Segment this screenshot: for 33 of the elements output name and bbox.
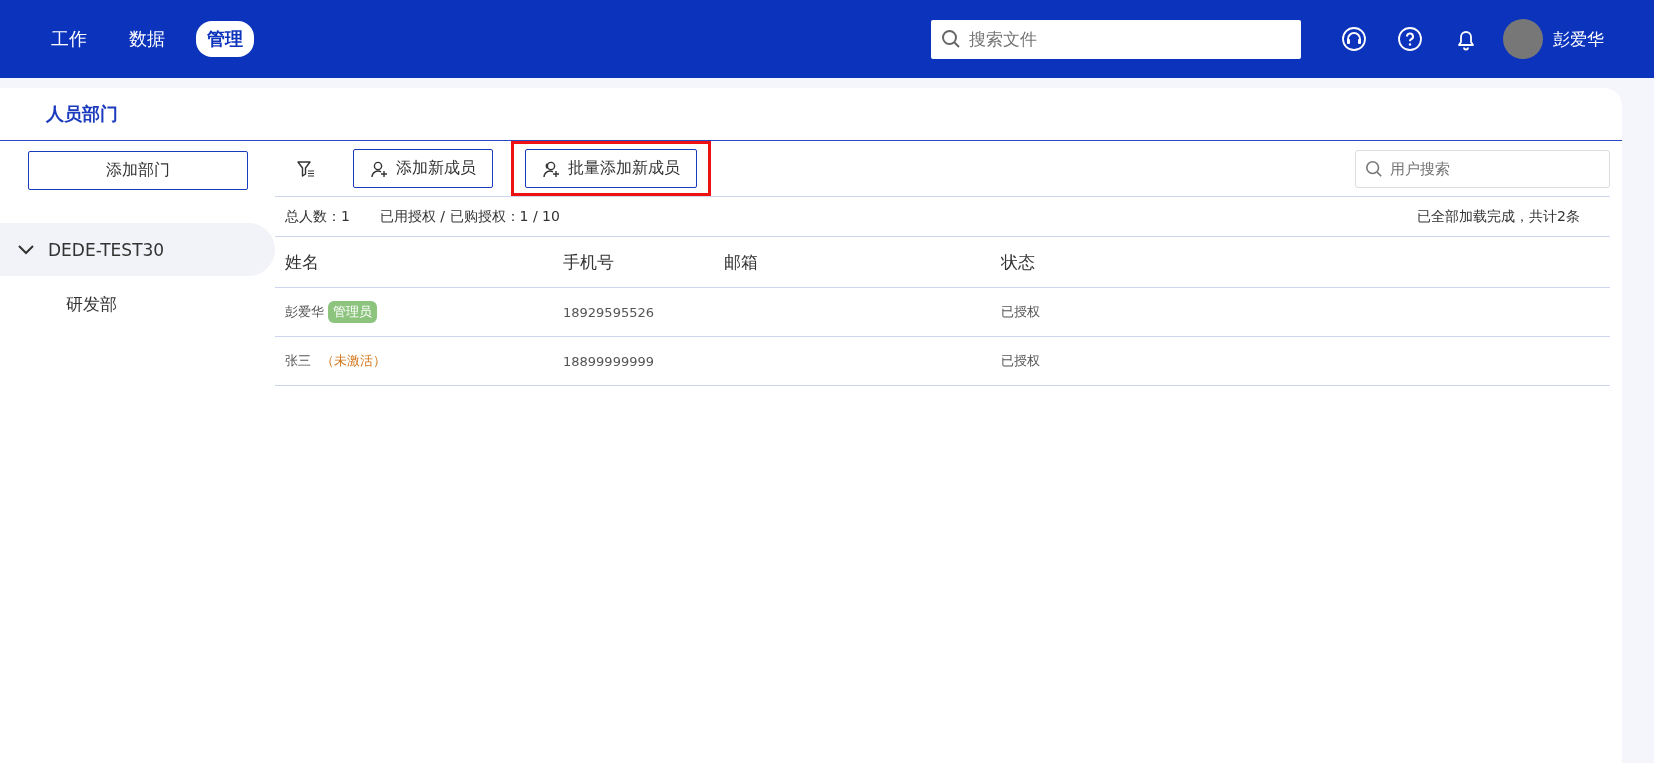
search-field[interactable]: 搜索文件 bbox=[931, 19, 1301, 59]
column-header: 姓名 bbox=[285, 250, 320, 274]
load-status: 已全部加载完成，共计2条 bbox=[1417, 207, 1580, 226]
member-count: 总人数：1 bbox=[285, 207, 350, 226]
phone-cell: 18929595526 bbox=[563, 304, 654, 320]
user-search-field[interactable]: 用户搜索 bbox=[1355, 149, 1610, 188]
status-cell: 已授权 bbox=[1001, 304, 1040, 319]
chevron-icon bbox=[18, 244, 34, 255]
help-icon[interactable] bbox=[1397, 26, 1423, 52]
inactive-label: （未激活） bbox=[321, 352, 386, 370]
tree-item[interactable]: 研发部 bbox=[0, 276, 275, 332]
name-cell: 张三 bbox=[285, 352, 311, 370]
nav-tab[interactable]: 管理 bbox=[196, 21, 254, 57]
add-member-button[interactable]: 批量添加新成员 bbox=[525, 149, 697, 188]
headset-icon[interactable] bbox=[1341, 26, 1367, 52]
license-count: 已用授权 / 已购授权：1 / 10 bbox=[379, 207, 560, 226]
page-title: 人员部门 bbox=[46, 102, 118, 126]
column-header: 手机号 bbox=[563, 250, 615, 274]
add-member-button[interactable]: 添加新成员 bbox=[353, 149, 493, 188]
filter-icon[interactable] bbox=[297, 159, 315, 178]
column-header: 邮箱 bbox=[724, 250, 759, 274]
nav-tab[interactable]: 工作 bbox=[40, 21, 98, 57]
role-badge: 管理员 bbox=[328, 301, 377, 323]
column-header: 状态 bbox=[1001, 250, 1036, 274]
user-plus-icon bbox=[370, 159, 388, 178]
status-cell: 已授权 bbox=[1001, 353, 1040, 368]
add-department-button[interactable]: 添加部门 bbox=[28, 151, 248, 190]
name-cell: 彭爱华 bbox=[285, 303, 324, 321]
users-plus-icon bbox=[542, 159, 560, 178]
user-name: 彭爱华 bbox=[1553, 27, 1604, 51]
phone-cell: 18899999999 bbox=[563, 353, 654, 369]
tree-item[interactable]: DEDE-TEST30 bbox=[0, 223, 275, 276]
nav-tab[interactable]: 数据 bbox=[118, 21, 176, 57]
